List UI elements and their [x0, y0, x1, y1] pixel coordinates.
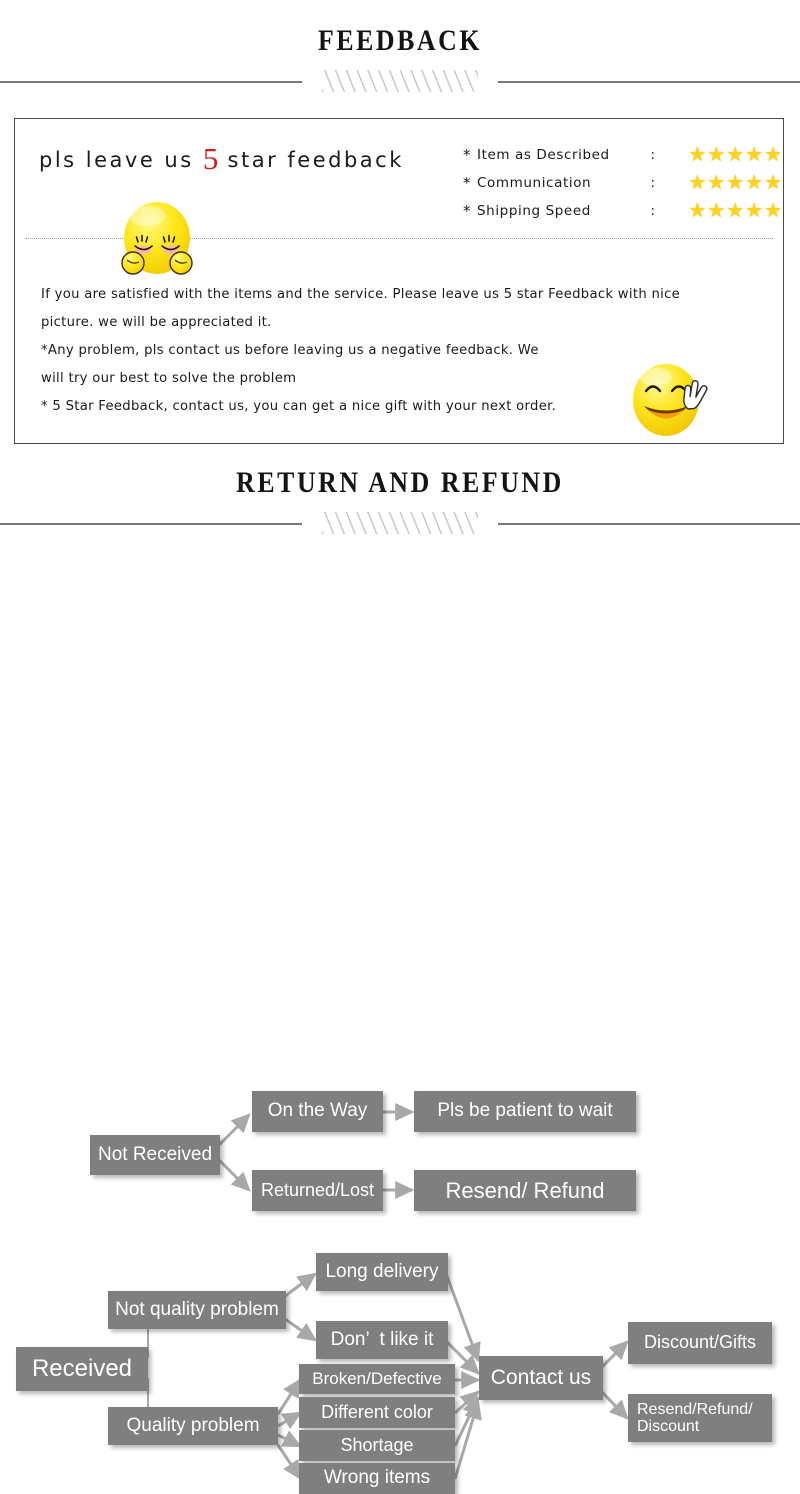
asterisk-icon: *	[463, 174, 471, 192]
rating-label: Item as Described	[477, 147, 610, 163]
rating-colon: :	[650, 203, 655, 219]
rating-label: Shipping Speed	[477, 203, 591, 219]
flow-node-contact-us[interactable]: Contact us	[479, 1356, 603, 1400]
rating-row-communication: * Communication : ★★★★★	[463, 169, 783, 197]
rating-label: Communication	[477, 175, 592, 191]
flow-node-returned-lost[interactable]: Returned/Lost	[252, 1170, 383, 1211]
smiling-face-with-peace-sign-emoji	[633, 364, 708, 436]
flow-node-shortage[interactable]: Shortage	[299, 1430, 455, 1461]
flow-node-dont-like-it[interactable]: Don’ t like it	[316, 1321, 448, 1359]
rating-row-shipping-speed: * Shipping Speed : ★★★★★	[463, 197, 783, 225]
feedback-body-line: If you are satisfied with the items and …	[41, 287, 681, 302]
headline-post-text: star feedback	[218, 148, 404, 172]
divider-rule-right	[498, 81, 800, 83]
rating-colon: :	[650, 175, 655, 191]
star-rating: ★★★★★	[688, 200, 783, 222]
feedback-headline: pls leave us 5 star feedback	[39, 141, 404, 177]
flow-node-not-quality-problem[interactable]: Not quality problem	[108, 1291, 286, 1329]
divider-rule-left	[0, 81, 302, 83]
flow-node-resend-refund[interactable]: Resend/ Refund	[414, 1170, 636, 1211]
flow-node-pls-be-patient-to-wait[interactable]: Pls be patient to wait	[414, 1091, 636, 1132]
star-rating: ★★★★★	[688, 144, 783, 166]
flow-node-received[interactable]: Received	[16, 1347, 148, 1391]
flow-node-wrong-items[interactable]: Wrong items	[299, 1463, 455, 1494]
flow-node-broken-defective[interactable]: Broken/Defective	[299, 1364, 455, 1394]
shy-blushing-face-emoji	[121, 202, 193, 275]
rating-list: * Item as Described : ★★★★★ * Communicat…	[463, 141, 783, 225]
asterisk-icon: *	[463, 146, 471, 164]
divider-hatch	[322, 70, 478, 92]
rating-colon: :	[650, 147, 655, 163]
star-rating: ★★★★★	[688, 172, 783, 194]
return-refund-flowchart: Not Received On the Way Pls be patient t…	[0, 530, 800, 1494]
flow-node-resend-refund-discount[interactable]: Resend/Refund/ Discount	[628, 1394, 772, 1442]
page-title: FEEDBACK	[318, 24, 482, 57]
feedback-section-header: FEEDBACK	[0, 26, 800, 92]
flow-node-discount-gifts[interactable]: Discount/Gifts	[628, 1322, 772, 1364]
flow-arrow-layer	[147, 1103, 629, 1480]
divider-rule-left	[0, 523, 302, 525]
return-title: RETURN AND REFUND	[236, 466, 564, 499]
headline-pre-text: pls leave us	[39, 148, 203, 172]
rating-row-item-as-described: * Item as Described : ★★★★★	[463, 141, 783, 169]
heading-divider	[0, 70, 800, 92]
flow-node-on-the-way[interactable]: On the Way	[252, 1091, 383, 1132]
return-section-header: RETURN AND REFUND	[0, 468, 800, 534]
flow-node-quality-problem[interactable]: Quality problem	[108, 1407, 278, 1445]
asterisk-icon: *	[463, 202, 471, 220]
flow-node-long-delivery[interactable]: Long delivery	[316, 1253, 448, 1291]
headline-five-number: 5	[202, 141, 219, 176]
feedback-body-line: *Any problem, pls contact us before leav…	[41, 343, 539, 358]
feedback-body-line: picture. we will be appreciated it.	[41, 315, 272, 330]
divider-rule-right	[498, 523, 800, 525]
flow-node-not-received[interactable]: Not Received	[90, 1135, 220, 1175]
flow-node-different-color[interactable]: Different color	[299, 1397, 455, 1428]
